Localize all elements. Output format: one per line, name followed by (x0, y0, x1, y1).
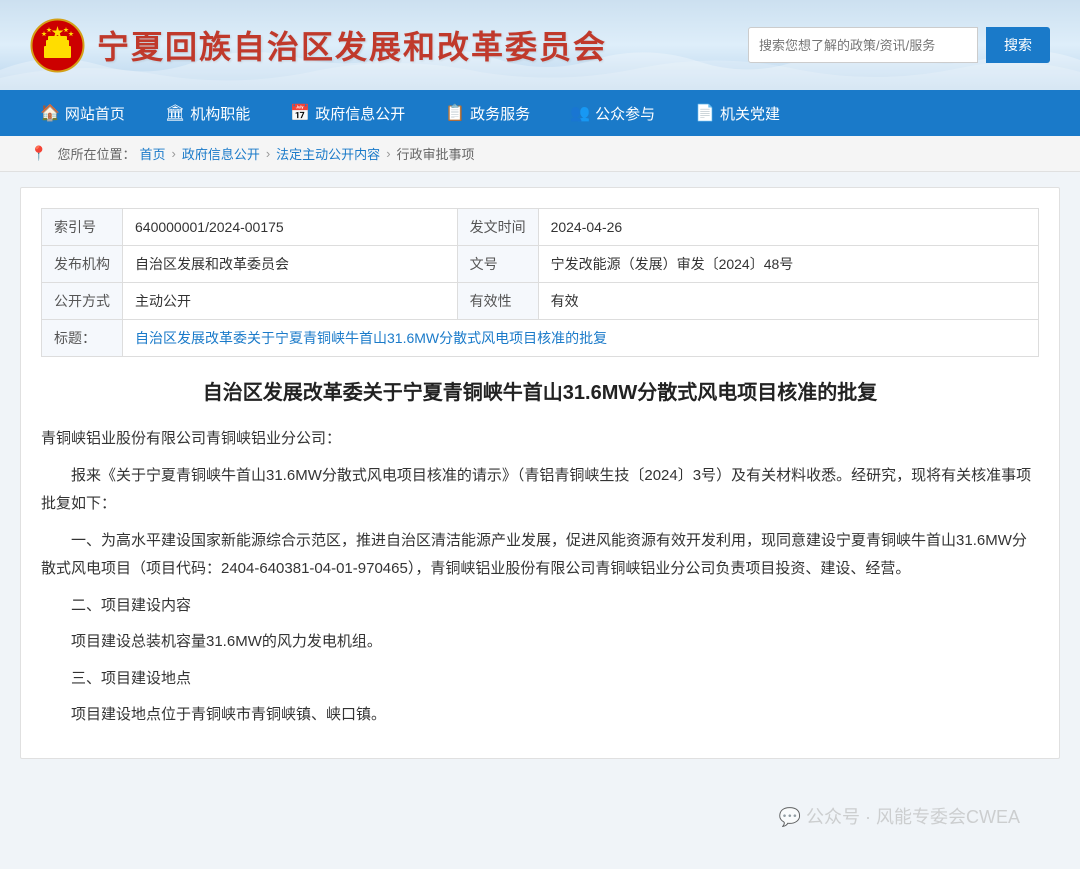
value-date: 2024-04-26 (538, 209, 1038, 246)
value-publisher: 自治区发展和改革委员会 (123, 246, 458, 283)
nav-home-label: 网站首页 (65, 103, 125, 124)
article-section-3: 三、项目建设地点 (41, 665, 1039, 694)
value-validity: 有效 (538, 283, 1038, 320)
main-content: 索引号 640000001/2024-00175 发文时间 2024-04-26… (20, 187, 1060, 759)
article-para-3: 项目建设总装机容量31.6MW的风力发电机组。 (41, 628, 1039, 657)
page-header: 宁夏回族自治区发展和改革委员会 搜索 (0, 0, 1080, 90)
article-section-2: 二、项目建设内容 (41, 592, 1039, 621)
breadcrumb-home[interactable]: 首页 (139, 144, 165, 163)
breadcrumb-sep-3: › (386, 146, 390, 161)
location-icon: 📍 (30, 145, 47, 162)
nav-service-label: 政务服务 (470, 103, 530, 124)
document-info-table: 索引号 640000001/2024-00175 发文时间 2024-04-26… (41, 208, 1039, 357)
nav-gov-info-label: 政府信息公开 (315, 103, 405, 124)
label-title: 标题： (42, 320, 123, 357)
nav-org-label: 机构职能 (190, 103, 250, 124)
calendar-icon: 📅 (290, 103, 310, 123)
header-logo-area: 宁夏回族自治区发展和改革委员会 (30, 18, 607, 73)
value-index: 640000001/2024-00175 (123, 209, 458, 246)
article-recipient: 青铜峡铝业股份有限公司青铜峡铝业分公司： (41, 425, 1039, 454)
value-docno: 宁发改能源（发展）审发〔2024〕48号 (538, 246, 1038, 283)
nav-org[interactable]: 🏛 机构职能 (145, 90, 270, 136)
breadcrumb-sep-1: › (171, 146, 175, 161)
header-search-area: 搜索 (748, 27, 1050, 63)
label-date: 发文时间 (457, 209, 538, 246)
watermark-text: 公众号 · 风能专委会CWEA (806, 807, 1020, 827)
nav-gov-info[interactable]: 📅 政府信息公开 (270, 90, 425, 136)
info-row-index: 索引号 640000001/2024-00175 发文时间 2024-04-26 (42, 209, 1039, 246)
nav-party[interactable]: 📄 机关党建 (675, 90, 800, 136)
search-input[interactable] (748, 27, 978, 63)
info-row-public: 公开方式 主动公开 有效性 有效 (42, 283, 1039, 320)
label-index: 索引号 (42, 209, 123, 246)
label-validity: 有效性 (457, 283, 538, 320)
breadcrumb: 📍 您所在位置： 首页 › 政府信息公开 › 法定主动公开内容 › 行政审批事项 (0, 136, 1080, 172)
nav-public[interactable]: 👥 公众参与 (550, 90, 675, 136)
info-row-title: 标题： 自治区发展改革委关于宁夏青铜峡牛首山31.6MW分散式风电项目核准的批复 (42, 320, 1039, 357)
article-para-2: 一、为高水平建设国家新能源综合示范区，推进自治区清洁能源产业发展，促进风能资源有… (41, 527, 1039, 584)
article-body: 青铜峡铝业股份有限公司青铜峡铝业分公司： 报来《关于宁夏青铜峡牛首山31.6MW… (41, 425, 1039, 730)
breadcrumb-gov-info[interactable]: 政府信息公开 (182, 144, 260, 163)
home-icon: 🏠 (40, 103, 60, 123)
wechat-icon: 💬 (779, 807, 801, 827)
value-doc-title[interactable]: 自治区发展改革委关于宁夏青铜峡牛首山31.6MW分散式风电项目核准的批复 (123, 320, 1039, 357)
article-para-4: 项目建设地点位于青铜峡市青铜峡镇、峡口镇。 (41, 701, 1039, 730)
nav-service[interactable]: 📋 政务服务 (425, 90, 550, 136)
nav-public-label: 公众参与 (595, 103, 655, 124)
clipboard-icon: 📋 (445, 103, 465, 123)
breadcrumb-sep-2: › (266, 146, 270, 161)
watermark: 💬 公众号 · 风能专委会CWEA (779, 803, 1020, 829)
label-publisher: 发布机构 (42, 246, 123, 283)
main-navigation: 🏠 网站首页 🏛 机构职能 📅 政府信息公开 📋 政务服务 👥 公众参与 📄 机… (0, 90, 1080, 136)
org-icon: 🏛 (165, 103, 185, 123)
label-public-method: 公开方式 (42, 283, 123, 320)
national-emblem (30, 18, 85, 73)
article-para-1: 报来《关于宁夏青铜峡牛首山31.6MW分散式风电项目核准的请示》（青铝青铜峡生技… (41, 462, 1039, 519)
value-public-method: 主动公开 (123, 283, 458, 320)
party-icon: 📄 (695, 103, 715, 123)
search-button[interactable]: 搜索 (986, 27, 1050, 63)
article-title: 自治区发展改革委关于宁夏青铜峡牛首山31.6MW分散式风电项目核准的批复 (41, 377, 1039, 409)
nav-home[interactable]: 🏠 网站首页 (20, 90, 145, 136)
people-icon: 👥 (570, 103, 590, 123)
site-title: 宁夏回族自治区发展和改革委员会 (97, 22, 607, 68)
nav-party-label: 机关党建 (720, 103, 780, 124)
breadcrumb-legal[interactable]: 法定主动公开内容 (276, 144, 380, 163)
breadcrumb-current: 行政审批事项 (397, 144, 475, 163)
info-row-publisher: 发布机构 自治区发展和改革委员会 文号 宁发改能源（发展）审发〔2024〕48号 (42, 246, 1039, 283)
label-docno: 文号 (457, 246, 538, 283)
breadcrumb-prefix: 您所在位置： (57, 144, 135, 163)
